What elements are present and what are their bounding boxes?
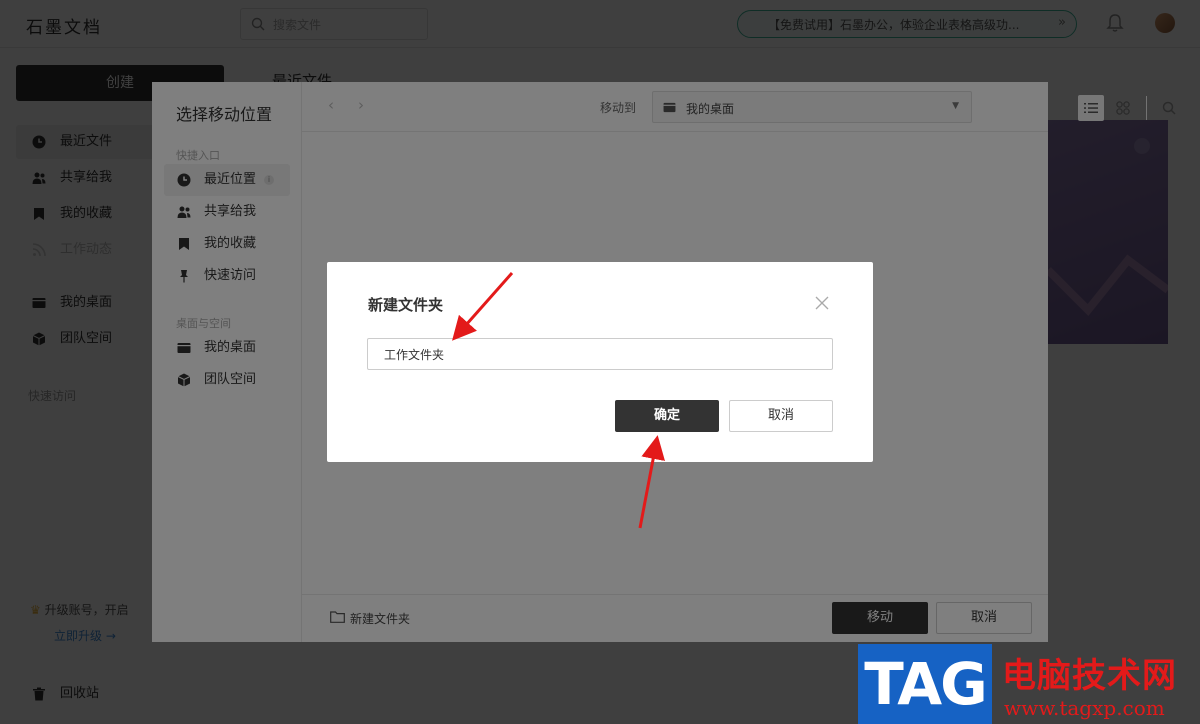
watermark-logo: TAG: [858, 644, 992, 724]
watermark-url: www.tagxp.com: [1004, 696, 1165, 720]
arrow-to-input: [452, 272, 514, 341]
arrow-to-confirm: [638, 435, 665, 529]
watermark-site-name: 电脑技术网: [1002, 656, 1177, 696]
annotation-arrows: [452, 272, 665, 529]
watermark: TAG 电脑技术网 www.tagxp.com: [858, 644, 1200, 724]
